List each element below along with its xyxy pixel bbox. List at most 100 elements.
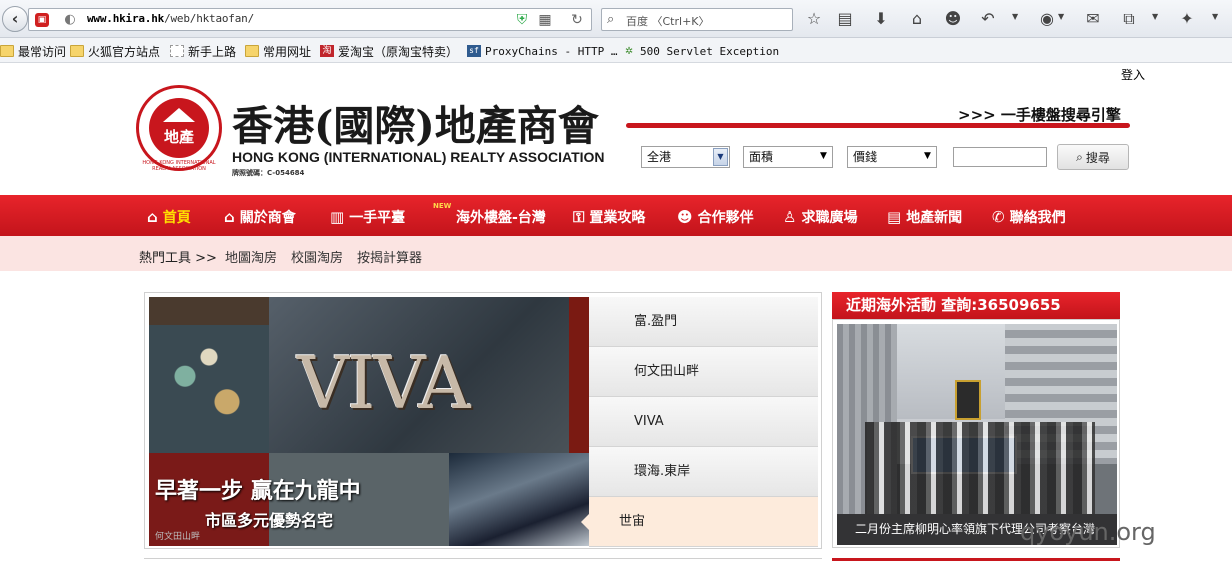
- slide-tile: [449, 453, 589, 546]
- reading-list-icon[interactable]: ▤: [834, 8, 856, 30]
- people-icon: ☻: [677, 208, 693, 226]
- overseas-activities-header: 近期海外活動 查詢:36509655: [832, 292, 1120, 319]
- logo-text: 地產: [163, 128, 194, 146]
- search-placeholder: 百度 〈Ctrl+K〉: [626, 15, 710, 28]
- star-folder-icon: [0, 45, 14, 57]
- folder-icon: [70, 45, 84, 57]
- search-icon: ⌕: [607, 12, 615, 27]
- new-badge-icon: NEW: [433, 202, 452, 210]
- tool-map-search[interactable]: 地圖淘房: [225, 247, 277, 266]
- header-divider: [626, 123, 1130, 128]
- bookmark-star-icon[interactable]: ☆: [803, 8, 825, 30]
- nav-contact[interactable]: ✆ 聯絡我們: [992, 207, 1066, 227]
- overseas-activities-panel: 二月份主席柳明心率領旗下代理公司考察台灣: [832, 319, 1120, 548]
- slide-caption: 何文田山畔: [155, 532, 201, 542]
- watermark: qyoyun.org: [1020, 518, 1156, 546]
- slide-tile: [569, 297, 589, 453]
- area-select[interactable]: 面積 ▼: [743, 146, 833, 168]
- tool-school-search[interactable]: 校園淘房: [291, 247, 343, 266]
- slide-tab-2[interactable]: 何文田山畔: [589, 347, 818, 397]
- nav-first-hand[interactable]: ▥ 一手平臺: [330, 207, 405, 227]
- login-link[interactable]: 登入: [1121, 66, 1145, 83]
- addon-dropdown-icon[interactable]: ▼: [1058, 12, 1064, 21]
- undo-icon[interactable]: ↶: [977, 8, 999, 30]
- menu-dropdown-icon[interactable]: ▼: [1212, 12, 1218, 21]
- bookmark-ai-taobao[interactable]: 淘爱淘宝（原淘宝特卖）: [320, 43, 458, 59]
- download-icon[interactable]: ⬇: [870, 8, 892, 30]
- crop-icon[interactable]: ⧉: [1118, 8, 1140, 30]
- nav-home[interactable]: ⌂ 首頁: [147, 207, 191, 227]
- overseas-photo[interactable]: 二月份主席柳明心率領旗下代理公司考察台灣: [837, 324, 1117, 545]
- slide-subline: 市區多元優勢名宅: [205, 511, 334, 530]
- brand-name-chinese: 香港(國際)地產商會: [232, 102, 599, 150]
- bookmarks-bar: 最常访问 火狐官方站点 新手上路 常用网址 淘爱淘宝（原淘宝特卖） sf Prox…: [0, 38, 1232, 63]
- brand-name-english: HONG KONG (INTERNATIONAL) REALTY ASSOCIA…: [232, 149, 605, 165]
- slide-tab-1[interactable]: 富.盈門: [589, 297, 818, 347]
- news-icon: ▤: [887, 208, 902, 226]
- license-number: 牌照號碼：C-054684: [232, 169, 305, 177]
- hot-tools-bar: 熱門工具 >> 地圖淘房 校園淘房 按揭計算器: [0, 236, 1232, 271]
- building-icon: ▥: [330, 208, 345, 226]
- browser-search-box[interactable]: ⌕ 百度 〈Ctrl+K〉: [601, 8, 793, 31]
- bookmark-proxychains[interactable]: sf ProxyChains - HTTP …: [467, 43, 617, 59]
- tool-mortgage-calculator[interactable]: 按揭計算器: [357, 247, 422, 266]
- nav-buying-guide[interactable]: ⚿ 置業攻略: [573, 207, 645, 227]
- logo-roof-shape: [163, 108, 195, 122]
- house-icon: ⌂: [224, 208, 235, 226]
- magnifier-icon: ⌕: [1076, 149, 1083, 164]
- key-icon: ⚿: [573, 208, 585, 226]
- nav-overseas-taiwan[interactable]: NEW 海外樓盤-台灣: [433, 202, 546, 227]
- message-icon[interactable]: ✉: [1082, 8, 1104, 30]
- globe-icon: ◐: [64, 12, 76, 27]
- keyword-input[interactable]: [953, 147, 1047, 167]
- featured-slider: VIVA 早著一步 贏在九龍中 市區多元優勢名宅 何文田山畔 富.盈門 何文田山…: [144, 292, 822, 549]
- page-icon: [170, 45, 184, 57]
- taobao-icon: 淘: [320, 45, 334, 57]
- person-icon: ♙: [783, 208, 797, 226]
- slide-tab-3[interactable]: VIVA: [589, 397, 818, 447]
- bookmark-common-sites[interactable]: 常用网址: [245, 43, 311, 59]
- hot-tools-title: 熱門工具 >>: [139, 251, 217, 266]
- photo-people: [865, 422, 1095, 514]
- bookmark-most-visited[interactable]: 最常访问: [0, 43, 66, 59]
- nav-jobs[interactable]: ♙ 求職廣場: [783, 207, 857, 227]
- slide-tab-5-active[interactable]: 世宙: [581, 497, 818, 547]
- url-text[interactable]: www.hkira.hk/web/hktaofan/: [87, 12, 254, 25]
- address-bar[interactable]: ▣ ◐ www.hkira.hk/web/hktaofan/ ⛨ ▦ ↻: [28, 8, 592, 31]
- reload-icon[interactable]: ↻: [570, 13, 584, 27]
- home-icon[interactable]: ⌂: [906, 8, 928, 30]
- addon-icon[interactable]: ◉: [1036, 8, 1058, 30]
- main-navigation: ⌂ 首頁 ⌂ 關於商會 ▥ 一手平臺 NEW 海外樓盤-台灣 ⚿ 置業攻略 ☻ 合作夥伴 ♙…: [0, 195, 1232, 236]
- price-select[interactable]: 價錢 ▼: [847, 146, 937, 168]
- logo-emblem: 地產: [149, 98, 209, 158]
- sf-icon: sf: [467, 45, 481, 57]
- logo-ring-text: HONG KONG INTERNATIONAL REALTY ASSOCIATI…: [142, 160, 216, 172]
- gear-icon: ✲: [625, 43, 633, 58]
- puzzle-icon[interactable]: ✦: [1176, 8, 1198, 30]
- slide-tab-4[interactable]: 環海.東岸: [589, 447, 818, 497]
- browser-toolbar: ‹ ▣ ◐ www.hkira.hk/web/hktaofan/ ⛨ ▦ ↻ ⌕…: [0, 0, 1232, 38]
- bookmark-getting-started[interactable]: 新手上路: [170, 43, 236, 59]
- phone-icon: ✆: [992, 208, 1005, 226]
- chat-icon[interactable]: ☻: [942, 8, 964, 30]
- slide-image[interactable]: VIVA 早著一步 贏在九龍中 市區多元優勢名宅 何文田山畔: [149, 297, 589, 546]
- bookmark-firefox-official[interactable]: 火狐官方站点: [70, 43, 160, 59]
- back-button[interactable]: ‹: [2, 6, 28, 32]
- site-shield-icon: ▣: [35, 13, 49, 27]
- secure-shield-icon[interactable]: ⛨: [515, 13, 529, 27]
- qr-code-icon[interactable]: ▦: [538, 13, 552, 27]
- crop-dropdown-icon[interactable]: ▼: [1152, 12, 1158, 21]
- folder-icon: [245, 45, 259, 57]
- nav-news[interactable]: ▤ 地產新聞: [887, 207, 962, 227]
- slide-tile: [149, 297, 269, 325]
- slide-viva-logo: VIVA: [297, 341, 471, 425]
- nav-about[interactable]: ⌂ 關於商會: [224, 207, 296, 227]
- bookmark-servlet-exception[interactable]: ✲ 500 Servlet Exception: [622, 43, 779, 59]
- undo-dropdown-icon[interactable]: ▼: [1012, 12, 1018, 21]
- search-button[interactable]: ⌕ 搜尋: [1057, 144, 1129, 170]
- region-select[interactable]: 全港 ▼: [641, 146, 730, 168]
- association-logo[interactable]: 地產 HONG KONG INTERNATIONAL REALTY ASSOCI…: [136, 85, 222, 172]
- nav-partners[interactable]: ☻ 合作夥伴: [677, 207, 754, 227]
- search-engine-title: >>> 一手樓盤搜尋引擎: [958, 106, 1121, 124]
- slide-tile: [149, 325, 269, 453]
